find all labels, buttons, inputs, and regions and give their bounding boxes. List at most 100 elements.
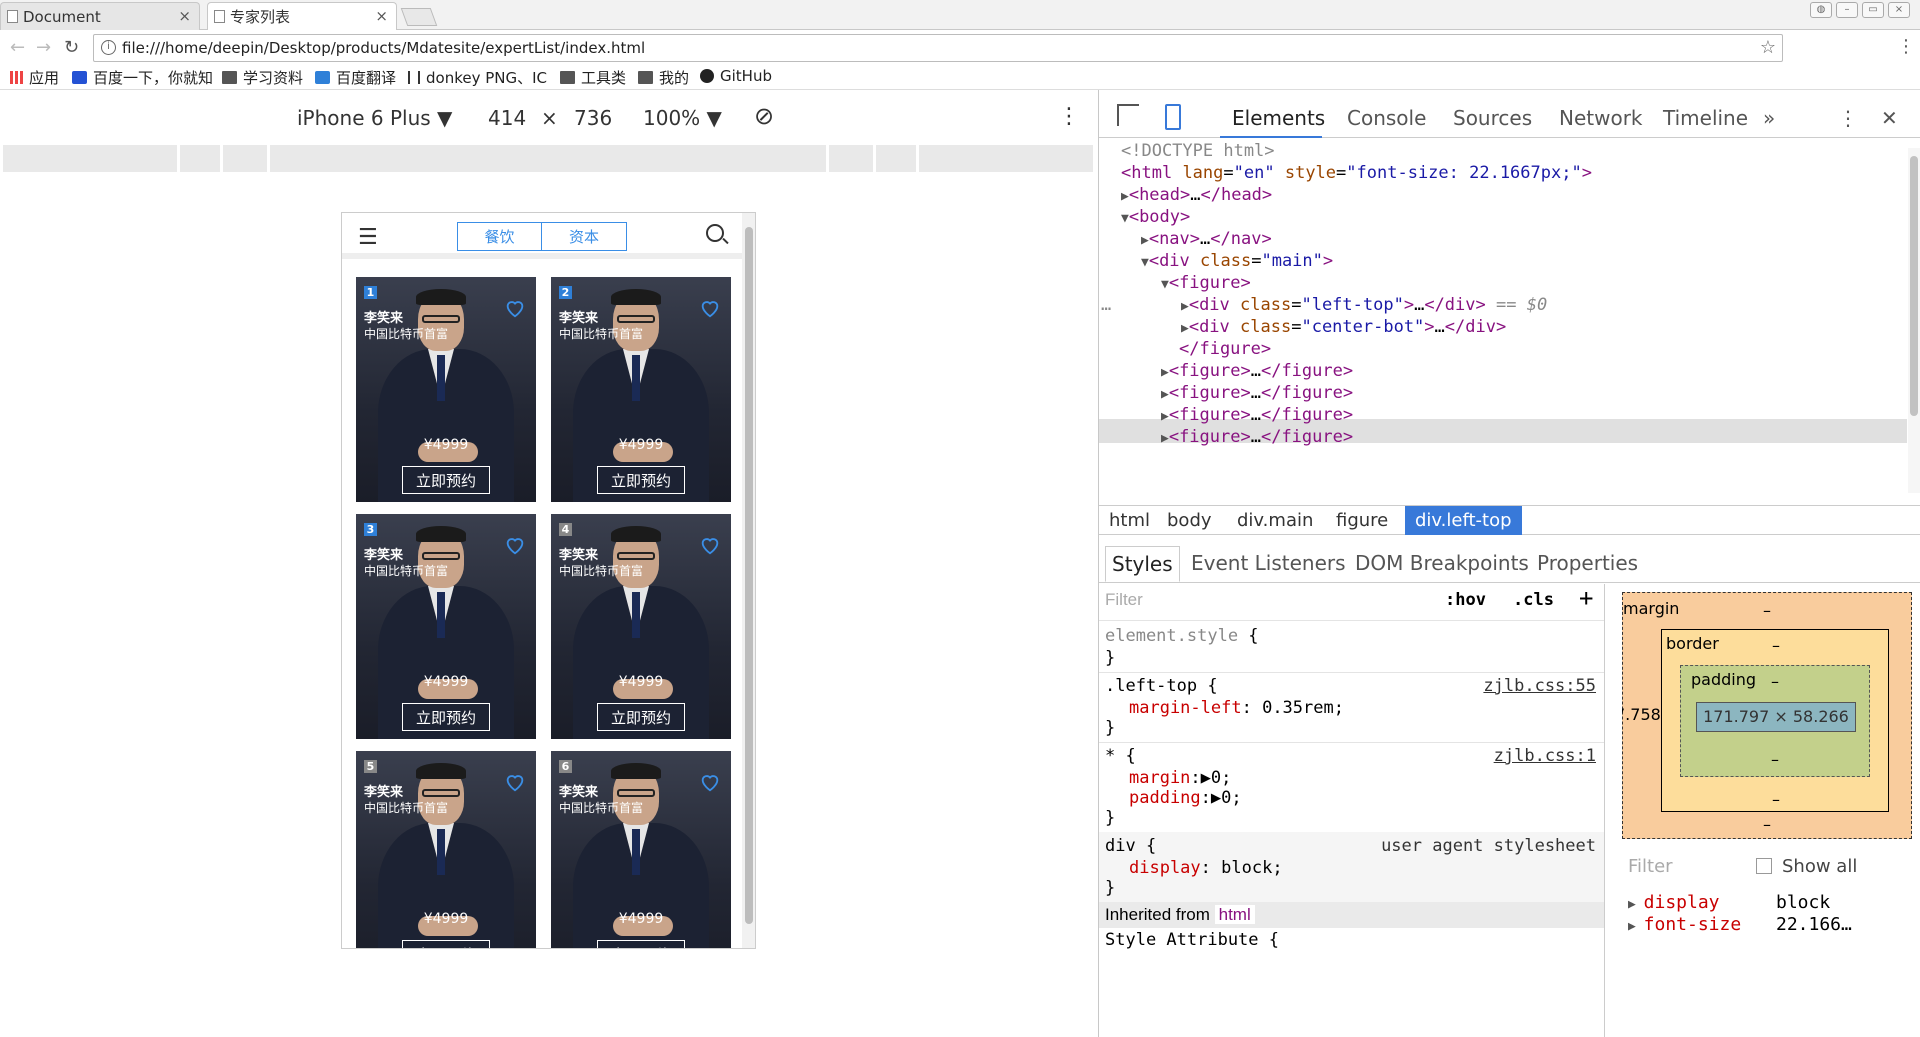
segment-food[interactable]: 餐饮 — [457, 222, 542, 251]
bookmark-study[interactable]: 学习资料 — [222, 67, 303, 88]
figure-node[interactable]: ▶<figure>…</figure> — [1161, 382, 1353, 404]
expert-card[interactable]: 3 李笑来 中国比特币首富 ¥4999 立即预约 — [356, 514, 536, 739]
bookmark-baidu[interactable]: 百度一下，你就知 — [72, 67, 213, 88]
tab-console[interactable]: Console — [1347, 106, 1426, 130]
rule-left-top-source[interactable]: zjlb.css:55 — [1483, 676, 1596, 696]
rotate-icon[interactable]: ⊘ — [754, 102, 774, 130]
dom-scrollbar[interactable] — [1908, 148, 1920, 493]
device-width[interactable]: 414 — [488, 106, 526, 130]
crumb-div-main[interactable]: div.main — [1227, 506, 1323, 535]
media-query-bar[interactable] — [3, 145, 1095, 172]
computed-row-font-size[interactable]: ▶ font-size — [1628, 914, 1741, 935]
rule-universal-source[interactable]: zjlb.css:1 — [1494, 746, 1596, 766]
styles-filter-input[interactable]: Filter — [1105, 590, 1143, 610]
back-icon[interactable]: ← — [10, 37, 25, 58]
bookmark-star-icon[interactable]: ☆ — [1760, 35, 1776, 61]
heart-icon[interactable] — [504, 534, 526, 556]
crumb-body[interactable]: body — [1157, 506, 1222, 535]
minimize-button[interactable]: – — [1836, 2, 1858, 18]
close-window-button[interactable]: × — [1888, 2, 1910, 18]
expert-card[interactable]: 1 李笑来 中国比特币首富 ¥4999 立即预约 — [356, 277, 536, 502]
tab-timeline[interactable]: Timeline — [1663, 106, 1748, 130]
figure-node[interactable]: ▶<figure>…</figure> — [1161, 426, 1353, 448]
subtab-styles[interactable]: Styles — [1105, 546, 1180, 582]
close-devtools-icon[interactable]: ✕ — [1881, 106, 1898, 130]
add-rule-icon[interactable]: + — [1579, 584, 1593, 612]
book-now-button[interactable]: 立即预约 — [597, 466, 685, 494]
margin-left-value[interactable]: 7.758 — [1622, 705, 1661, 724]
inherited-html-link[interactable]: html — [1214, 905, 1255, 924]
device-select[interactable]: iPhone 6 Plus ▼ — [297, 106, 452, 130]
search-icon[interactable] — [706, 224, 724, 242]
left-top-node[interactable]: ▶<div class="left-top">…</div> == $0 — [1181, 294, 1547, 316]
browser-menu-icon[interactable]: ⋮ — [1897, 36, 1915, 57]
show-all-checkbox[interactable] — [1756, 858, 1772, 874]
node-more-icon[interactable]: … — [1101, 294, 1111, 316]
box-border[interactable]: border – – padding – – 171.797 × 58.266 — [1661, 629, 1889, 812]
devtools-menu-icon[interactable]: ⋮ — [1838, 106, 1858, 130]
tab-network[interactable]: Network — [1559, 106, 1643, 130]
subtab-properties[interactable]: Properties — [1537, 551, 1638, 575]
body-node[interactable]: ▼<body> — [1121, 206, 1190, 228]
bookmark-translate[interactable]: 百度翻译 — [315, 67, 396, 88]
center-bot-node[interactable]: ▶<div class="center-bot">…</div> — [1181, 316, 1506, 338]
browser-tab-expert-list[interactable]: 专家列表 × — [207, 2, 397, 30]
subtab-event-listeners[interactable]: Event Listeners — [1191, 551, 1346, 575]
computed-filter-input[interactable]: Filter — [1628, 856, 1673, 877]
expert-card[interactable]: 2 李笑来 中国比特币首富 ¥4999 立即预约 — [551, 277, 731, 502]
book-now-button[interactable]: 立即预约 — [597, 703, 685, 731]
book-now-button[interactable]: 立即预约 — [402, 940, 490, 948]
reload-icon[interactable]: ↻ — [64, 37, 79, 58]
bookmark-mine[interactable]: 我的 — [638, 67, 689, 88]
book-now-button[interactable]: 立即预约 — [597, 940, 685, 948]
figure-node[interactable]: ▶<figure>…</figure> — [1161, 360, 1353, 382]
forward-icon[interactable]: → — [36, 37, 51, 58]
book-now-button[interactable]: 立即预约 — [402, 466, 490, 494]
html-node[interactable]: <html lang="en" style="font-size: 22.166… — [1121, 162, 1592, 184]
rule-padding-decl[interactable]: padding:▶0; — [1129, 788, 1242, 808]
user-icon[interactable]: ◍ — [1810, 2, 1832, 18]
expert-card[interactable]: 4 李笑来 中国比特币首富 ¥4999 立即预约 — [551, 514, 731, 739]
bookmark-apps[interactable]: 应用 — [10, 67, 59, 88]
hov-toggle[interactable]: :hov — [1445, 590, 1486, 610]
figure-node[interactable]: ▶<figure>…</figure> — [1161, 404, 1353, 426]
heart-icon[interactable] — [699, 297, 721, 319]
more-tabs-icon[interactable]: » — [1763, 106, 1775, 130]
tab-elements[interactable]: Elements — [1232, 106, 1325, 130]
zoom-select[interactable]: 100% ▼ — [643, 106, 722, 130]
close-tab-icon[interactable]: × — [375, 7, 388, 25]
hamburger-icon[interactable]: ☰ — [358, 225, 378, 250]
info-icon[interactable]: i — [101, 40, 116, 55]
rule-left-top-decl[interactable]: margin-left: 0.35rem; — [1129, 698, 1344, 718]
address-bar[interactable]: i file:///home/deepin/Desktop/products/M… — [93, 34, 1783, 62]
cls-toggle[interactable]: .cls — [1513, 590, 1554, 610]
bookmark-github[interactable]: GitHub — [700, 67, 772, 85]
device-menu-icon[interactable]: ⋮ — [1058, 104, 1080, 129]
close-tab-icon[interactable]: × — [178, 7, 191, 25]
heart-icon[interactable] — [504, 297, 526, 319]
device-mode-icon[interactable] — [1165, 104, 1181, 130]
new-tab-button[interactable] — [400, 8, 438, 26]
bookmark-donkey[interactable]: donkey PNG、IC — [408, 67, 547, 88]
crumb-html[interactable]: html — [1099, 506, 1160, 535]
figure-node[interactable]: ▼<figure> — [1161, 272, 1251, 294]
rule-margin-decl[interactable]: margin:▶0; — [1129, 768, 1231, 788]
box-padding[interactable]: padding – – 171.797 × 58.266 — [1680, 665, 1870, 777]
box-margin[interactable]: margin – 7.758 – border – – padding – – … — [1622, 592, 1912, 839]
heart-icon[interactable] — [504, 771, 526, 793]
main-node[interactable]: ▼<div class="main"> — [1141, 250, 1333, 272]
crumb-figure[interactable]: figure — [1326, 506, 1398, 535]
heart-icon[interactable] — [699, 534, 721, 556]
maximize-button[interactable]: ▭ — [1862, 2, 1884, 18]
inspect-element-icon[interactable] — [1117, 104, 1139, 126]
bookmark-tools[interactable]: 工具类 — [560, 67, 626, 88]
subtab-dom-breakpoints[interactable]: DOM Breakpoints — [1355, 551, 1529, 575]
browser-tab-document[interactable]: Document × — [0, 2, 200, 30]
device-height[interactable]: 736 — [574, 106, 612, 130]
book-now-button[interactable]: 立即预约 — [402, 703, 490, 731]
nav-node[interactable]: ▶<nav>…</nav> — [1141, 228, 1272, 250]
expert-card[interactable]: 5 李笑来中国比特币首富 ¥4999 立即预约 — [356, 751, 536, 948]
tab-sources[interactable]: Sources — [1453, 106, 1532, 130]
head-node[interactable]: ▶<head>…</head> — [1121, 184, 1272, 206]
computed-row-display[interactable]: ▶ display — [1628, 892, 1720, 913]
